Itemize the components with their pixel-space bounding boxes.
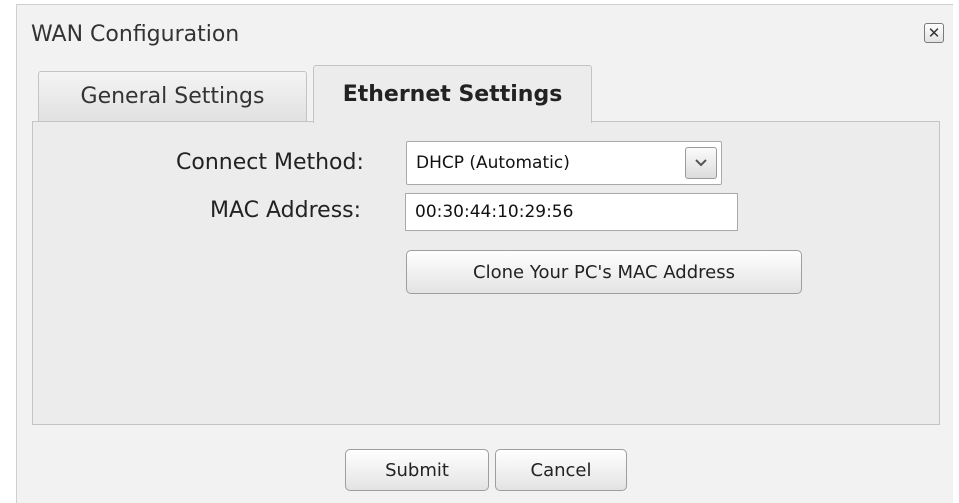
dropdown-arrow-button[interactable] <box>685 147 717 179</box>
close-button[interactable]: ✕ <box>924 23 944 43</box>
connect-method-value: DHCP (Automatic) <box>416 153 570 173</box>
mac-address-field[interactable] <box>405 193 738 231</box>
dialog-titlebar: WAN Configuration ✕ <box>17 5 953 53</box>
tab-label: General Settings <box>80 84 265 109</box>
wan-configuration-dialog: WAN Configuration ✕ General Settings Eth… <box>16 4 953 503</box>
clone-mac-address-label: Clone Your PC's MAC Address <box>473 261 735 283</box>
cancel-button[interactable]: Cancel <box>495 449 627 491</box>
close-icon: ✕ <box>927 23 941 42</box>
connect-method-select[interactable]: DHCP (Automatic) <box>406 141 722 185</box>
submit-button[interactable]: Submit <box>345 449 489 491</box>
connect-method-label: Connect Method: <box>176 150 364 175</box>
tab-label: Ethernet Settings <box>342 82 563 107</box>
chevron-down-icon <box>695 159 707 167</box>
tab-ethernet-settings[interactable]: Ethernet Settings <box>313 65 592 123</box>
mac-address-label: MAC Address: <box>210 198 362 223</box>
dialog-title: WAN Configuration <box>31 22 240 47</box>
clone-mac-address-button[interactable]: Clone Your PC's MAC Address <box>406 250 802 294</box>
tab-general-settings[interactable]: General Settings <box>38 71 307 121</box>
submit-label: Submit <box>385 459 449 481</box>
cancel-label: Cancel <box>530 459 592 481</box>
